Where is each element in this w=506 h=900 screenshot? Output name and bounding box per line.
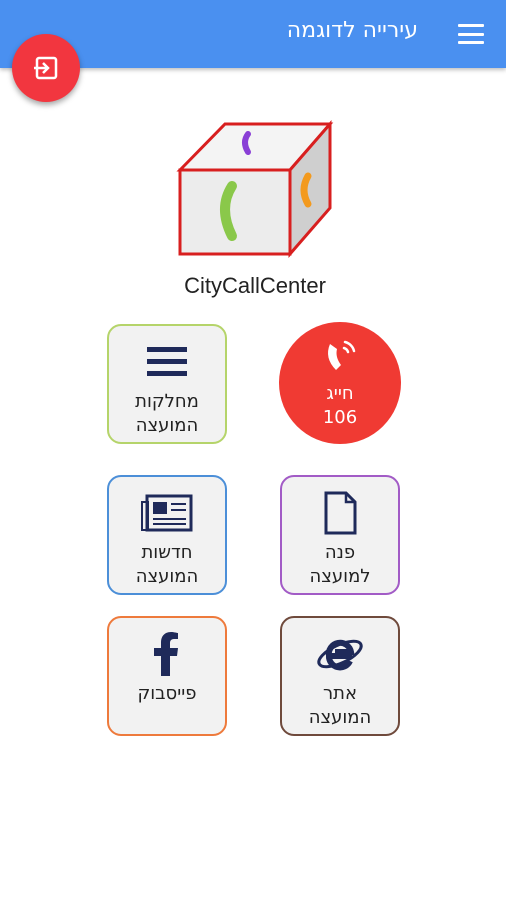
contact-council-tile[interactable]: פנה למועצה [280, 475, 400, 595]
city-call-center-logo: CityCallCenter [170, 118, 340, 303]
departments-tile[interactable]: מחלקות המועצה [107, 324, 227, 444]
website-label: אתר המועצה [308, 683, 372, 728]
exit-icon [34, 56, 58, 80]
document-icon [323, 491, 357, 535]
news-label: חדשות המועצה [135, 542, 199, 587]
app-title: עירייה לדוגמה [286, 18, 418, 43]
menu-icon[interactable] [458, 22, 484, 46]
internet-explorer-icon [315, 632, 365, 676]
phone-ringing-icon [320, 336, 360, 380]
facebook-icon [154, 632, 180, 676]
exit-button[interactable] [12, 34, 80, 102]
council-website-tile[interactable]: אתר המועצה [280, 616, 400, 736]
call-label: חייג 106 [322, 383, 358, 428]
facebook-tile[interactable]: פייסבוק [107, 616, 227, 736]
news-tile[interactable]: חדשות המועצה [107, 475, 227, 595]
departments-label: מחלקות המועצה [135, 391, 199, 436]
facebook-label: פייסבוק [137, 683, 197, 704]
newspaper-icon [141, 491, 193, 535]
contact-label: פנה למועצה [309, 542, 371, 587]
call-106-button[interactable]: חייג 106 [279, 322, 401, 444]
logo-text: CityCallCenter [184, 273, 326, 298]
cube-logo-icon [176, 119, 334, 259]
menu-lines-icon [147, 340, 187, 384]
